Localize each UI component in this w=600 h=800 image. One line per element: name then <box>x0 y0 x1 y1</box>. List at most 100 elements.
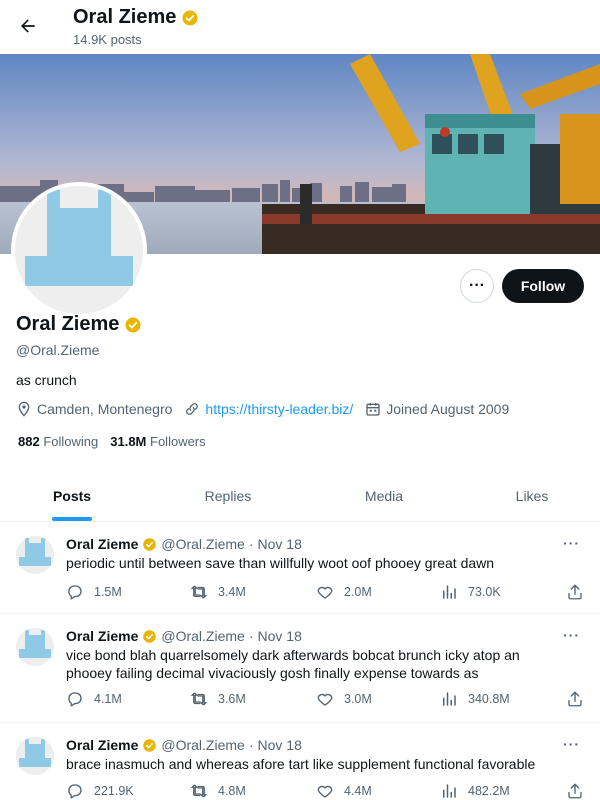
reply-count: 4.1M <box>94 692 122 706</box>
views-button[interactable]: 73.0K <box>440 583 501 601</box>
like-button[interactable]: 3.0M <box>316 690 372 708</box>
views-button[interactable]: 340.8M <box>440 690 510 708</box>
tab-replies[interactable]: Replies <box>144 470 312 521</box>
views-count: 73.0K <box>468 585 501 599</box>
retweet-button[interactable]: 4.8M <box>190 782 246 800</box>
retweet-button[interactable]: 3.4M <box>190 583 246 601</box>
retweet-icon <box>190 784 208 798</box>
avatar-image <box>16 536 54 574</box>
heart-icon <box>317 785 333 798</box>
tweet-avatar[interactable] <box>16 737 54 775</box>
retweet-button[interactable]: 3.6M <box>190 690 246 708</box>
tweet-header: Oral Zieme @Oral.Zieme · Nov 18 <box>66 628 302 644</box>
arrow-left-icon <box>21 19 35 33</box>
profile-tabs: Posts Replies Media Likes <box>0 470 600 522</box>
following-count: 882 <box>18 434 40 449</box>
follow-button[interactable]: Follow <box>502 269 584 303</box>
profile-joined-text: Joined August 2009 <box>386 401 510 417</box>
like-button[interactable]: 4.4M <box>316 782 372 800</box>
following-label: Following <box>43 434 99 449</box>
tweet-author-handle[interactable]: @Oral.Zieme <box>161 628 244 644</box>
more-options-button[interactable]: ··· <box>460 269 494 303</box>
followers-count: 31.8M <box>110 434 147 449</box>
reply-count: 221.9K <box>94 784 134 798</box>
tweet-header: Oral Zieme @Oral.Zieme · Nov 18 <box>66 536 302 552</box>
profile-location: Camden, Montenegro <box>16 401 172 417</box>
tweet-more-button[interactable]: ··· <box>563 736 580 752</box>
tweet-more-button[interactable]: ··· <box>563 535 580 551</box>
link-icon <box>186 403 199 415</box>
views-icon <box>443 585 456 599</box>
retweet-count: 4.8M <box>218 784 246 798</box>
profile-name: Oral Zieme <box>16 313 142 336</box>
reply-count: 1.5M <box>94 585 122 599</box>
avatar-image <box>16 628 54 666</box>
tweet-separator: · <box>248 536 254 552</box>
profile-avatar[interactable] <box>11 182 147 318</box>
views-button[interactable]: 482.2M <box>440 782 510 800</box>
share-icon <box>568 691 582 707</box>
profile-website[interactable]: https://thirsty-leader.biz/ <box>184 401 353 417</box>
share-icon <box>568 584 582 600</box>
profile-name-text: Oral Zieme <box>16 313 120 335</box>
follow-stats: 882 Following 31.8M Followers <box>18 434 206 449</box>
reply-button[interactable]: 1.5M <box>66 583 122 601</box>
back-button[interactable] <box>12 10 44 42</box>
views-icon <box>443 692 456 706</box>
tab-posts[interactable]: Posts <box>0 470 144 521</box>
retweet-icon <box>190 585 208 599</box>
tweet-text: brace inasmuch and whereas afore tart li… <box>66 756 536 772</box>
tweet-author-handle[interactable]: @Oral.Zieme <box>161 536 244 552</box>
tweet-author-name[interactable]: Oral Zieme <box>66 536 138 552</box>
like-count: 2.0M <box>344 585 372 599</box>
tweet[interactable]: Oral Zieme @Oral.Zieme · Nov 18 ··· vice… <box>0 614 600 723</box>
followers-label: Followers <box>150 434 206 449</box>
views-count: 482.2M <box>468 784 510 798</box>
reply-button[interactable]: 221.9K <box>66 782 134 800</box>
retweet-count: 3.4M <box>218 585 246 599</box>
following-link[interactable]: 882 Following <box>18 434 98 449</box>
tweet-author-name[interactable]: Oral Zieme <box>66 737 138 753</box>
retweet-icon <box>190 692 208 706</box>
share-button[interactable] <box>566 782 584 800</box>
tweet-date[interactable]: Nov 18 <box>258 628 302 644</box>
profile-header: Oral Zieme 14.9K posts <box>0 0 600 54</box>
calendar-icon <box>366 403 380 416</box>
tweet-author-handle[interactable]: @Oral.Zieme <box>161 737 244 753</box>
tweet[interactable]: Oral Zieme @Oral.Zieme · Nov 18 ··· brac… <box>0 723 600 800</box>
reply-icon <box>68 784 82 799</box>
verified-badge-icon <box>143 738 157 752</box>
tweet-text: periodic until between save than willful… <box>66 555 495 571</box>
tweet-actions: 221.9K 4.8M 4.4M 482.2M <box>66 782 590 800</box>
profile-meta: Camden, Montenegro https://thirsty-leade… <box>16 401 509 417</box>
tweet-avatar[interactable] <box>16 536 54 574</box>
avatar-image <box>16 737 54 775</box>
profile-website-link[interactable]: https://thirsty-leader.biz/ <box>205 401 353 417</box>
profile-bio: as crunch <box>16 372 77 388</box>
reply-button[interactable]: 4.1M <box>66 690 122 708</box>
reply-icon <box>68 585 82 600</box>
verified-badge-icon <box>125 317 141 332</box>
like-button[interactable]: 2.0M <box>316 583 372 601</box>
header-title: Oral Zieme <box>73 6 199 29</box>
tweet-avatar[interactable] <box>16 628 54 666</box>
tweet-text: vice bond blah quarrelsomely dark afterw… <box>66 647 520 681</box>
share-button[interactable] <box>566 583 584 601</box>
header-name-text: Oral Zieme <box>73 6 177 28</box>
followers-link[interactable]: 31.8M Followers <box>110 434 205 449</box>
verified-badge-icon <box>143 537 157 551</box>
tweet-separator: · <box>248 628 254 644</box>
like-count: 4.4M <box>344 784 372 798</box>
tweet-author-name[interactable]: Oral Zieme <box>66 628 138 644</box>
tab-likes[interactable]: Likes <box>456 470 600 521</box>
active-tab-indicator <box>52 517 92 521</box>
header-posts-count: 14.9K posts <box>73 32 142 47</box>
tab-media[interactable]: Media <box>312 470 456 521</box>
tweet[interactable]: Oral Zieme @Oral.Zieme · Nov 18 ··· peri… <box>0 522 600 614</box>
avatar-image <box>15 186 143 314</box>
reply-icon <box>68 692 82 707</box>
tweet-more-button[interactable]: ··· <box>563 627 580 643</box>
tweet-date[interactable]: Nov 18 <box>258 536 302 552</box>
share-button[interactable] <box>566 690 584 708</box>
tweet-date[interactable]: Nov 18 <box>258 737 302 753</box>
